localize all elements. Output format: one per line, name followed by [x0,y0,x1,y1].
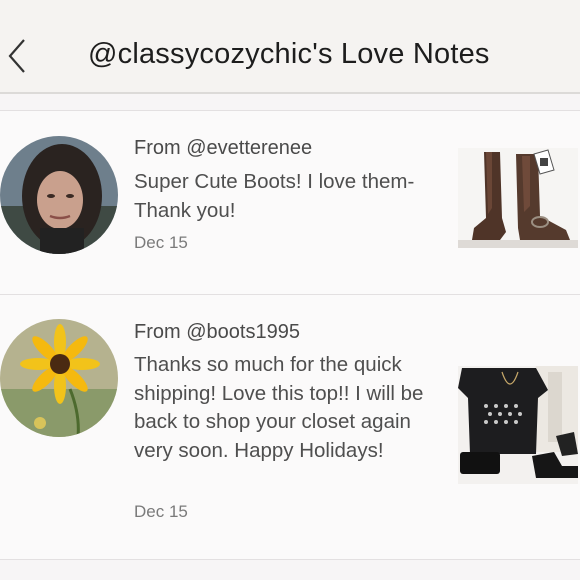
note-message: Super Cute Boots! I love them- Thank you… [134,170,415,222]
page-title: @classycozychic's Love Notes [88,38,490,70]
love-note-item[interactable]: From @evetterenee Super Cute Boots! I lo… [0,111,580,294]
note-message: Thanks so much for the quick shipping! L… [134,353,424,462]
love-note-item[interactable]: From @boots1995 Thanks so much for the q… [0,295,580,559]
listing-thumbnail[interactable] [458,366,578,484]
top-nav-bar: @classycozychic's Love Notes [0,0,580,94]
note-sender[interactable]: From @boots1995 [134,321,300,344]
spacer [0,94,580,110]
note-date: Dec 15 [134,233,188,252]
listing-thumbnail[interactable] [458,148,578,248]
note-sender[interactable]: From @evetterenee [134,137,312,160]
avatar[interactable] [0,136,118,254]
note-date: Dec 15 [134,502,188,521]
avatar[interactable] [0,319,118,437]
next-item-edge [0,560,580,580]
chevron-left-icon[interactable] [6,38,28,74]
